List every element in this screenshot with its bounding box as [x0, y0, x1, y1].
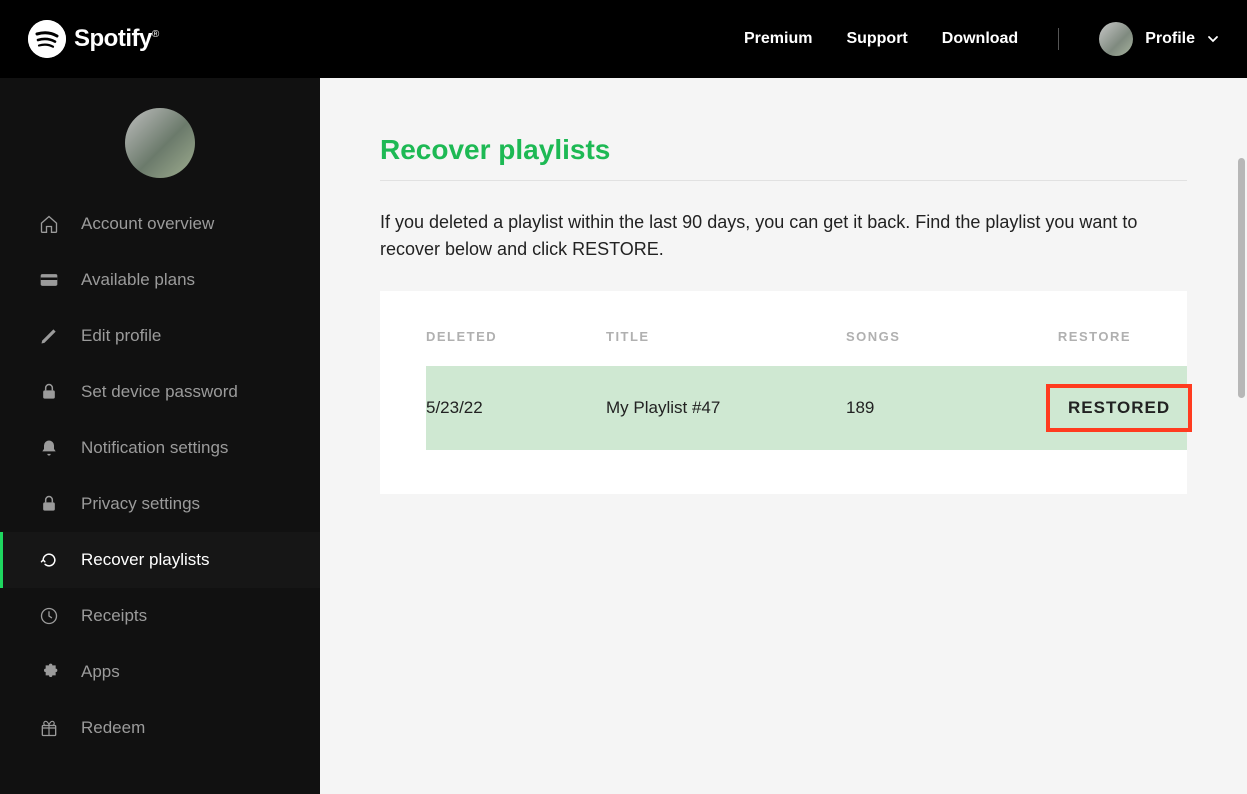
col-header-restore: RESTORE	[1046, 329, 1187, 344]
page-description: If you deleted a playlist within the las…	[380, 209, 1187, 263]
sidebar: Account overview Available plans Edit pr…	[0, 78, 320, 794]
clock-icon	[39, 606, 59, 626]
shell: Account overview Available plans Edit pr…	[0, 78, 1247, 794]
cell-deleted: 5/23/22	[426, 398, 606, 418]
col-header-title: TITLE	[606, 329, 846, 344]
sidebar-item-label: Edit profile	[81, 327, 161, 346]
sidebar-item-notification-settings[interactable]: Notification settings	[0, 420, 320, 476]
spotify-logo-icon	[28, 20, 66, 58]
sidebar-item-available-plans[interactable]: Available plans	[0, 252, 320, 308]
chevron-down-icon	[1207, 33, 1219, 45]
sidebar-item-label: Set device password	[81, 383, 238, 402]
page-title: Recover playlists	[380, 134, 1187, 181]
sidebar-item-edit-profile[interactable]: Edit profile	[0, 308, 320, 364]
lock-icon	[39, 382, 59, 402]
gift-icon	[39, 718, 59, 738]
sidebar-item-redeem[interactable]: Redeem	[0, 700, 320, 756]
sidebar-item-label: Receipts	[81, 607, 147, 626]
card-icon	[39, 270, 59, 290]
bell-icon	[39, 438, 59, 458]
sidebar-item-account-overview[interactable]: Account overview	[0, 196, 320, 252]
sidebar-avatar[interactable]	[125, 108, 195, 178]
sidebar-item-label: Notification settings	[81, 439, 228, 458]
pencil-icon	[39, 326, 59, 346]
sidebar-item-label: Redeem	[81, 719, 145, 738]
lock-icon	[39, 494, 59, 514]
sidebar-item-label: Privacy settings	[81, 495, 200, 514]
playlist-recovery-table: DELETED TITLE SONGS RESTORE 5/23/22 My P…	[380, 291, 1187, 494]
col-header-songs: SONGS	[846, 329, 1046, 344]
nav-link-support[interactable]: Support	[846, 30, 907, 48]
main-content: Recover playlists If you deleted a playl…	[320, 78, 1247, 794]
restore-button[interactable]: RESTORED	[1046, 384, 1192, 432]
avatar-icon	[1099, 22, 1133, 56]
top-nav: Spotify® Premium Support Download Profil…	[0, 0, 1247, 78]
nav-link-premium[interactable]: Premium	[744, 30, 812, 48]
brand[interactable]: Spotify®	[28, 20, 159, 58]
cell-title: My Playlist #47	[606, 398, 846, 418]
sidebar-item-recover-playlists[interactable]: Recover playlists	[0, 532, 320, 588]
home-icon	[39, 214, 59, 234]
sidebar-item-privacy-settings[interactable]: Privacy settings	[0, 476, 320, 532]
table-header-row: DELETED TITLE SONGS RESTORE	[426, 319, 1187, 366]
nav-divider	[1058, 28, 1059, 50]
sidebar-item-label: Available plans	[81, 271, 195, 290]
sidebar-item-receipts[interactable]: Receipts	[0, 588, 320, 644]
sidebar-item-label: Recover playlists	[81, 551, 210, 570]
brand-name: Spotify®	[74, 25, 159, 53]
nav-link-download[interactable]: Download	[942, 30, 1018, 48]
refresh-icon	[39, 550, 59, 570]
sidebar-item-set-device-password[interactable]: Set device password	[0, 364, 320, 420]
cell-songs: 189	[846, 398, 1046, 418]
sidebar-item-label: Apps	[81, 663, 120, 682]
puzzle-icon	[39, 662, 59, 682]
col-header-deleted: DELETED	[426, 329, 606, 344]
nav-profile-label: Profile	[1145, 30, 1195, 48]
table-row: 5/23/22 My Playlist #47 189 RESTORED	[426, 366, 1187, 450]
scrollbar-thumb[interactable]	[1238, 158, 1245, 398]
nav-links: Premium Support Download Profile	[744, 22, 1219, 56]
sidebar-item-apps[interactable]: Apps	[0, 644, 320, 700]
sidebar-item-label: Account overview	[81, 215, 214, 234]
nav-profile-menu[interactable]: Profile	[1099, 22, 1219, 56]
